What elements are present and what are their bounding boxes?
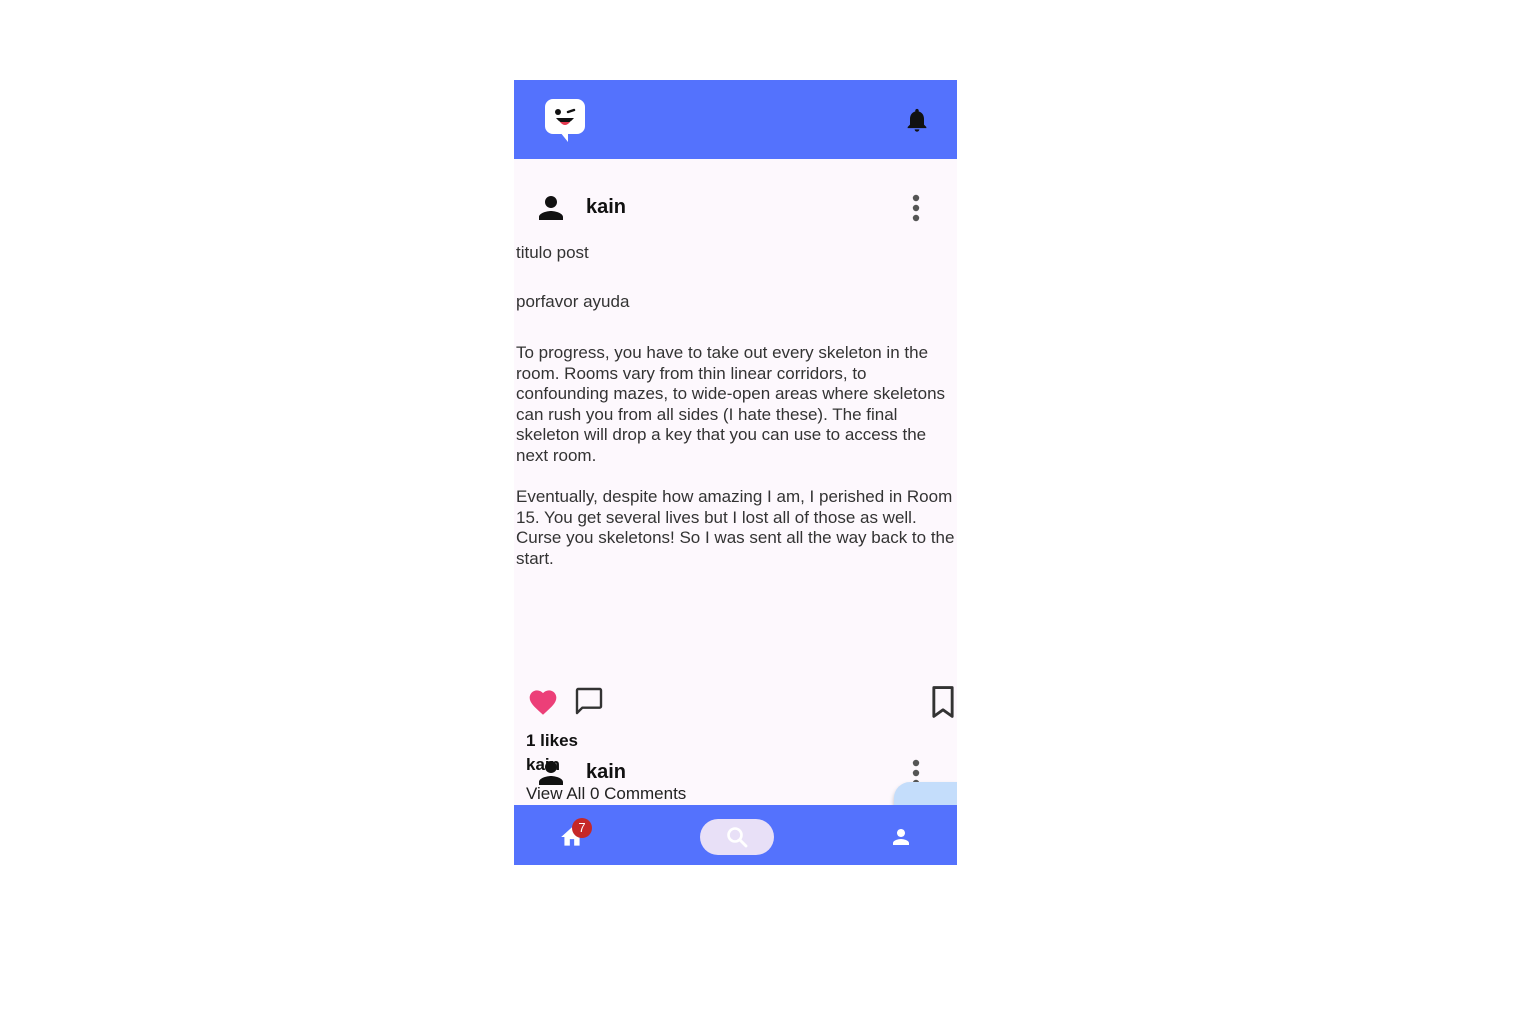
- post-subtitle: porfavor ayuda: [516, 292, 630, 311]
- search-icon: [727, 827, 748, 848]
- heart-icon[interactable]: [527, 686, 559, 716]
- post-title: titulo post: [516, 243, 589, 262]
- body-fade-divider: [514, 667, 957, 677]
- search-nav-button[interactable]: [700, 819, 774, 855]
- avatar-person-icon[interactable]: [533, 190, 569, 226]
- smiley-chat-bubble-icon[interactable]: [545, 99, 585, 134]
- post-header: kain: [514, 747, 957, 797]
- logo-tail-shape: [560, 132, 568, 142]
- bookmark-icon[interactable]: [929, 685, 957, 719]
- bottom-navigation-bar: 7: [514, 805, 957, 865]
- post-header: kain: [514, 182, 957, 232]
- post-body: To progress, you have to take out every …: [516, 343, 955, 568]
- post-feed[interactable]: kain titulo post porfavor ayuda To progr…: [514, 159, 957, 805]
- send-fab-button[interactable]: [894, 782, 957, 805]
- more-options-icon[interactable]: [908, 192, 924, 224]
- bell-icon[interactable]: [903, 106, 931, 134]
- post-username[interactable]: kain: [586, 196, 626, 219]
- post-actions: [514, 683, 957, 723]
- comment-icon[interactable]: [573, 685, 605, 717]
- top-app-bar: [514, 80, 957, 159]
- profile-icon[interactable]: [889, 825, 913, 849]
- avatar-person-icon[interactable]: [533, 755, 569, 791]
- phone-screen: kain titulo post porfavor ayuda To progr…: [514, 80, 957, 865]
- notification-badge: 7: [572, 818, 592, 838]
- post-username[interactable]: kain: [586, 761, 626, 784]
